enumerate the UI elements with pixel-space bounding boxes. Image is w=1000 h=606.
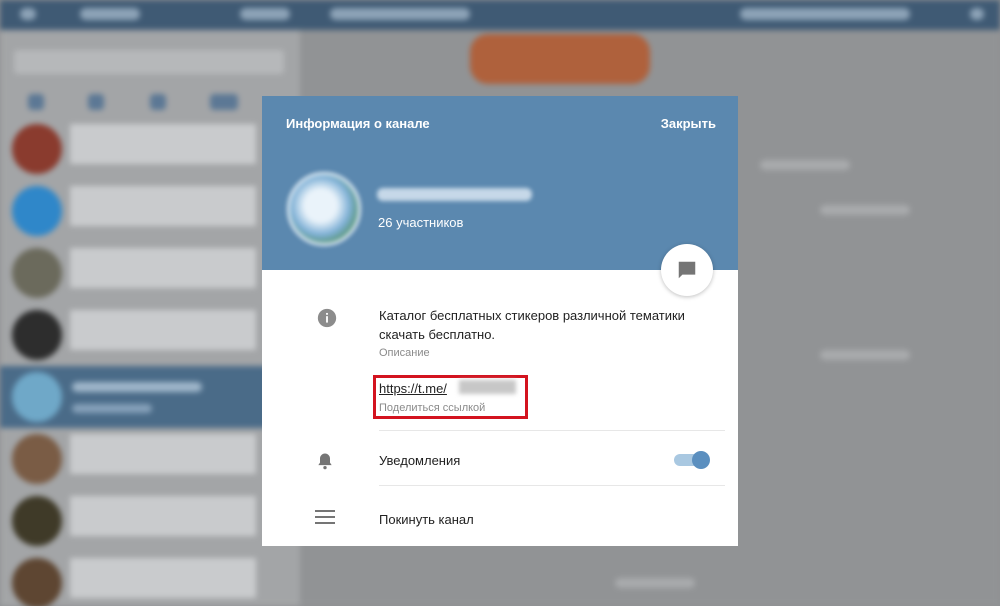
- channel-description: Каталог бесплатных стикеров различной те…: [379, 308, 685, 342]
- divider: [379, 485, 725, 486]
- notifications-label: Уведомления: [379, 453, 461, 468]
- channel-name-redacted: [377, 188, 532, 201]
- description-caption: Описание: [379, 347, 430, 359]
- background-message: [760, 160, 850, 170]
- background-chat-row-active: [0, 366, 300, 428]
- background-chat-row: [0, 304, 300, 366]
- link-redacted-part: [459, 380, 516, 394]
- divider: [379, 430, 725, 431]
- background-message: [615, 578, 695, 588]
- channel-avatar: [287, 172, 361, 246]
- bell-icon: [318, 453, 332, 470]
- toggle-knob: [692, 451, 710, 469]
- background-message: [820, 350, 910, 360]
- background-folders: [0, 84, 300, 122]
- background-chat-row: [0, 118, 300, 180]
- info-icon: [317, 308, 337, 328]
- share-link-caption: Поделиться ссылкой: [379, 402, 486, 414]
- channel-info-modal: Информация о канале Закрыть 26 участнико…: [262, 96, 738, 546]
- menu-icon: [315, 510, 335, 524]
- modal-header: Информация о канале Закрыть 26 участнико…: [262, 96, 738, 270]
- background-chat-row: [0, 242, 300, 304]
- chat-bubble-icon: [678, 261, 696, 279]
- modal-title: Информация о канале: [286, 116, 430, 131]
- background-chat-row: [0, 552, 300, 606]
- background-title-bar: [0, 0, 1000, 30]
- leave-channel-button[interactable]: Покинуть канал: [379, 512, 474, 527]
- background-chat-row: [0, 180, 300, 242]
- background-message: [820, 205, 910, 215]
- background-chat-row: [0, 490, 300, 552]
- close-button[interactable]: Закрыть: [661, 116, 716, 131]
- send-message-button[interactable]: [661, 244, 713, 296]
- background-chat-row: [0, 428, 300, 490]
- background-search: [14, 50, 284, 74]
- channel-members-count: 26 участников: [378, 215, 464, 230]
- background-sticker: [470, 34, 650, 84]
- notifications-toggle[interactable]: [674, 450, 710, 470]
- channel-link[interactable]: https://t.me/: [379, 381, 447, 396]
